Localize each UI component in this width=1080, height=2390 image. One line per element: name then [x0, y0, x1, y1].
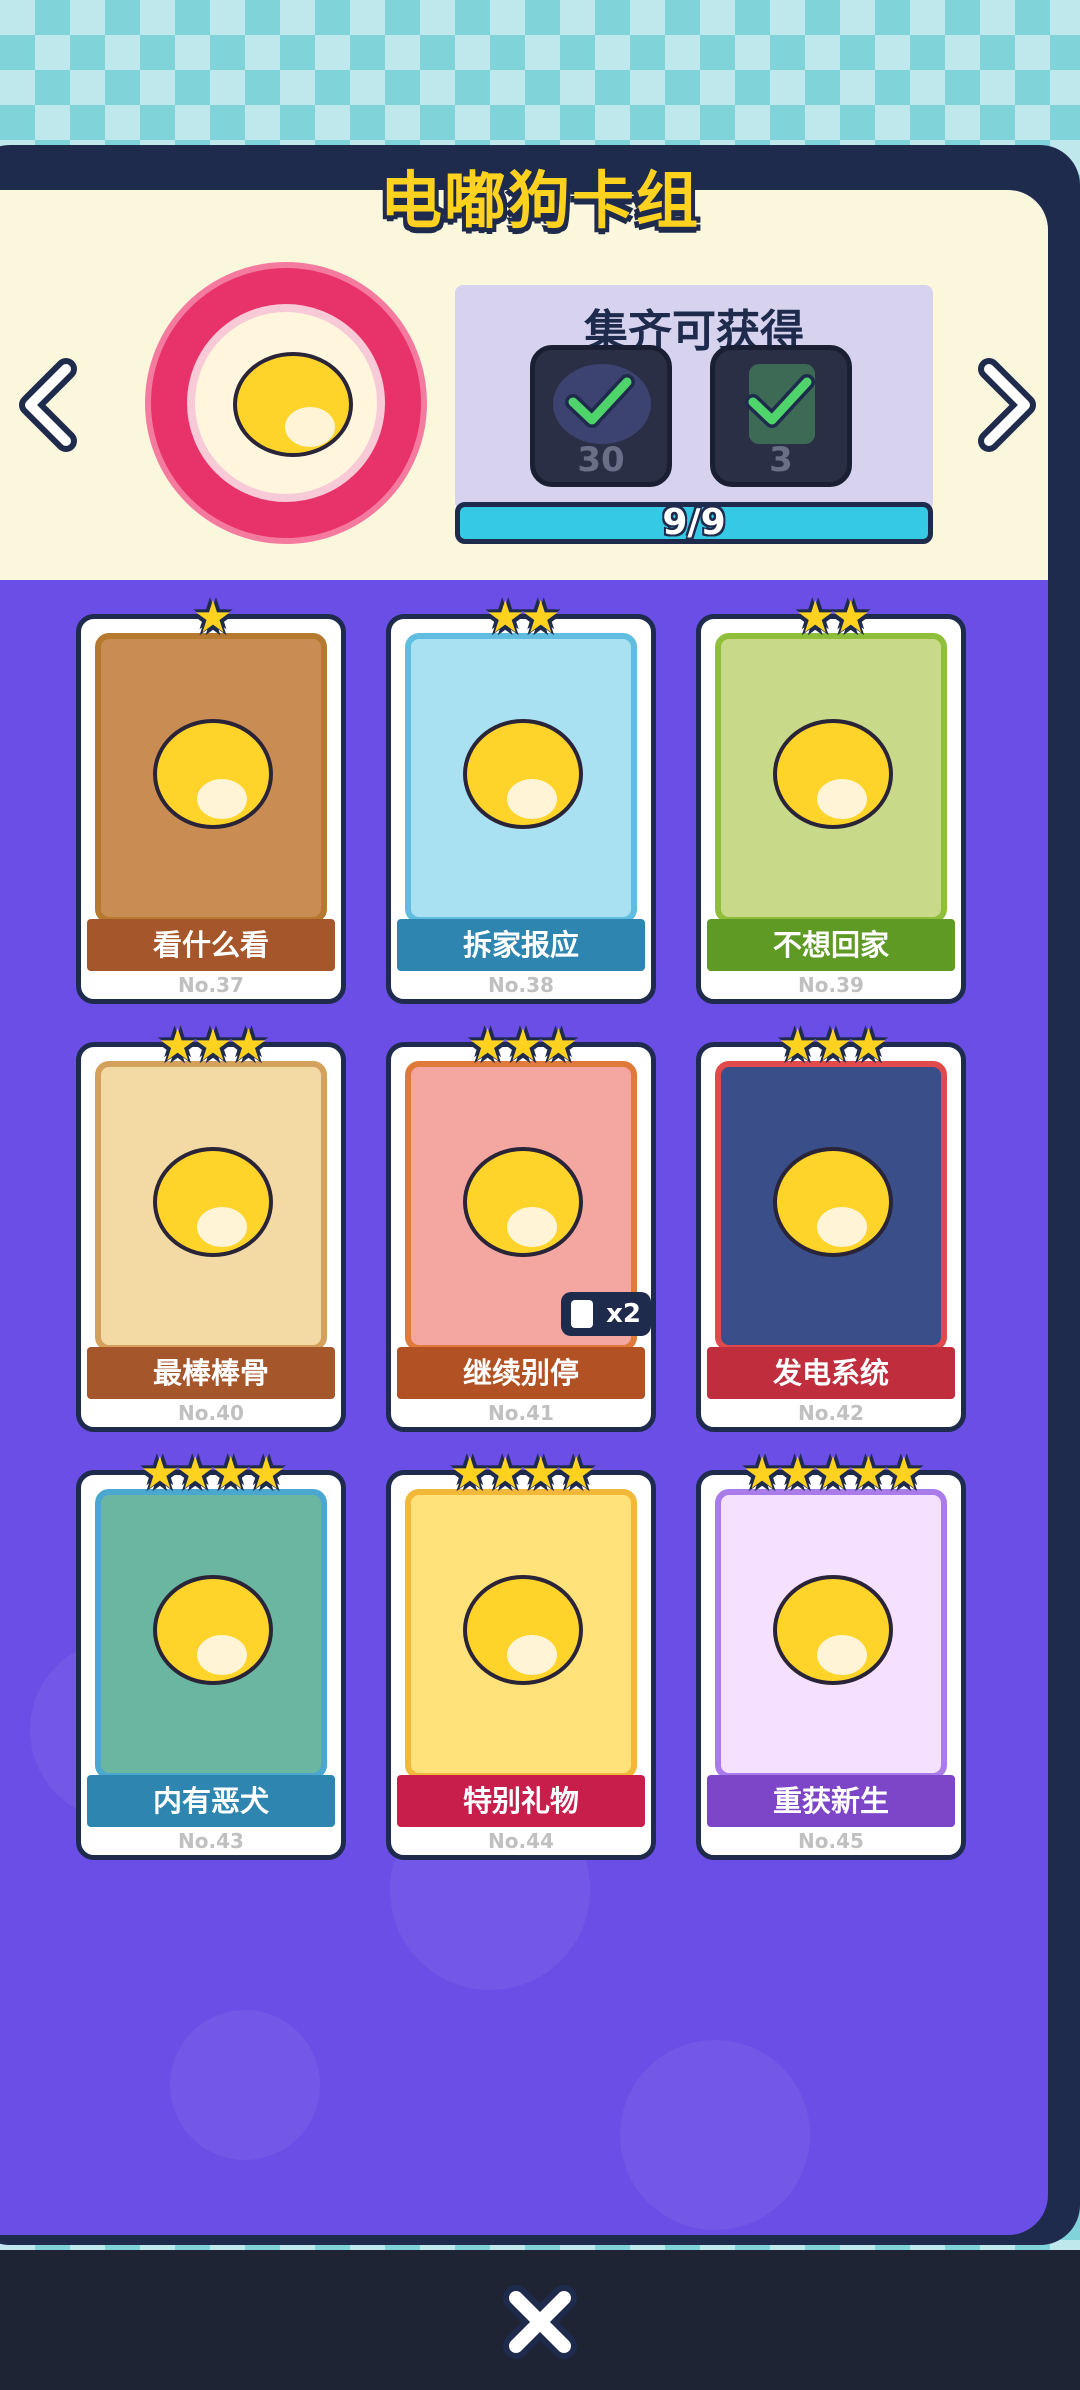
chevron-left-icon[interactable]: [10, 355, 90, 455]
star-rating: ★★: [795, 592, 871, 643]
star-rating: ★: [193, 592, 232, 643]
card-artwork: [405, 1489, 637, 1779]
card-name-ribbon: 继续别停: [397, 1347, 645, 1399]
dog-belly: [285, 407, 335, 447]
page-title: 电嘟狗卡组: [379, 164, 700, 237]
card-number: No.44: [488, 1829, 554, 1853]
zigzag-divider: [0, 550, 1048, 570]
card-name-ribbon: 最棒棒骨: [87, 1347, 335, 1399]
collection-card[interactable]: ★★ 不想回家 No.39: [696, 593, 966, 1004]
card-artwork: [405, 633, 637, 923]
card-artwork: [715, 1061, 947, 1351]
card-artwork: [95, 633, 327, 923]
star-rating: ★★★: [467, 1020, 578, 1071]
check-icon: [745, 374, 815, 428]
card-name-ribbon: 特别礼物: [397, 1775, 645, 1827]
card-number: No.45: [798, 1829, 864, 1853]
collection-card[interactable]: ★★★★★ 重获新生 No.45: [696, 1449, 966, 1860]
card-artwork: [95, 1489, 327, 1779]
reward-item-avatar-frame[interactable]: 30: [530, 345, 672, 487]
card-name-ribbon: 看什么看: [87, 919, 335, 971]
card-artwork: [715, 1489, 947, 1779]
dog-belly: [507, 779, 557, 819]
dog-belly: [507, 1207, 557, 1247]
set-reward-box: 集齐可获得 30 3: [455, 285, 933, 510]
check-icon: [565, 374, 635, 428]
card-name-ribbon: 发电系统: [707, 1347, 955, 1399]
card-name-ribbon: 不想回家: [707, 919, 955, 971]
duplicate-count-badge: x2: [561, 1292, 651, 1336]
collection-card[interactable]: ★ 看什么看 No.37: [76, 593, 346, 1004]
card-name-ribbon: 内有恶犬: [87, 1775, 335, 1827]
close-icon[interactable]: [500, 2282, 580, 2362]
card-number: No.39: [798, 973, 864, 997]
mini-card-icon: [571, 1300, 593, 1328]
collection-progress-bar: 9/9: [455, 502, 933, 544]
dog-belly: [507, 1635, 557, 1675]
duplicate-count: x2: [606, 1299, 641, 1329]
card-number: No.42: [798, 1401, 864, 1425]
dog-belly: [817, 779, 867, 819]
card-name-ribbon: 拆家报应: [397, 919, 645, 971]
background-paw-decoration: [170, 2010, 320, 2160]
medal-inner: [187, 304, 385, 502]
collection-card[interactable]: ★★ 拆家报应 No.38: [386, 593, 656, 1004]
collection-card[interactable]: ★★★★ 特别礼物 No.44: [386, 1449, 656, 1860]
reward-title: 集齐可获得: [584, 306, 804, 357]
card-number: No.38: [488, 973, 554, 997]
collection-card[interactable]: ★★★ 最棒棒骨 No.40: [76, 1021, 346, 1432]
star-rating: ★★★: [777, 1020, 888, 1071]
card-artwork: [715, 633, 947, 923]
dog-belly: [817, 1635, 867, 1675]
background-paw-decoration: [620, 2040, 810, 2230]
star-rating: ★★: [485, 592, 561, 643]
set-medal-badge: [145, 262, 427, 544]
dog-belly: [197, 779, 247, 819]
dog-belly: [197, 1635, 247, 1675]
dog-belly: [197, 1207, 247, 1247]
collection-card[interactable]: ★★★★ 内有恶犬 No.43: [76, 1449, 346, 1860]
reward-item-card[interactable]: 3: [710, 345, 852, 487]
star-rating: ★★★★: [140, 1448, 286, 1499]
collection-card[interactable]: ★★★ 继续别停 No.41 x2: [386, 1021, 656, 1432]
card-number: No.37: [178, 973, 244, 997]
card-number: No.43: [178, 1829, 244, 1853]
star-rating: ★★★★: [450, 1448, 596, 1499]
collection-card[interactable]: ★★★ 发电系统 No.42: [696, 1021, 966, 1432]
star-rating: ★★★: [157, 1020, 268, 1071]
card-name-ribbon: 重获新生: [707, 1775, 955, 1827]
card-artwork: [95, 1061, 327, 1351]
reward-count: 30: [577, 440, 625, 480]
chevron-right-icon[interactable]: [965, 355, 1045, 455]
card-number: No.40: [178, 1401, 244, 1425]
star-rating: ★★★★★: [742, 1448, 923, 1499]
dog-belly: [817, 1207, 867, 1247]
card-number: No.41: [488, 1401, 554, 1425]
reward-count: 3: [769, 440, 793, 480]
